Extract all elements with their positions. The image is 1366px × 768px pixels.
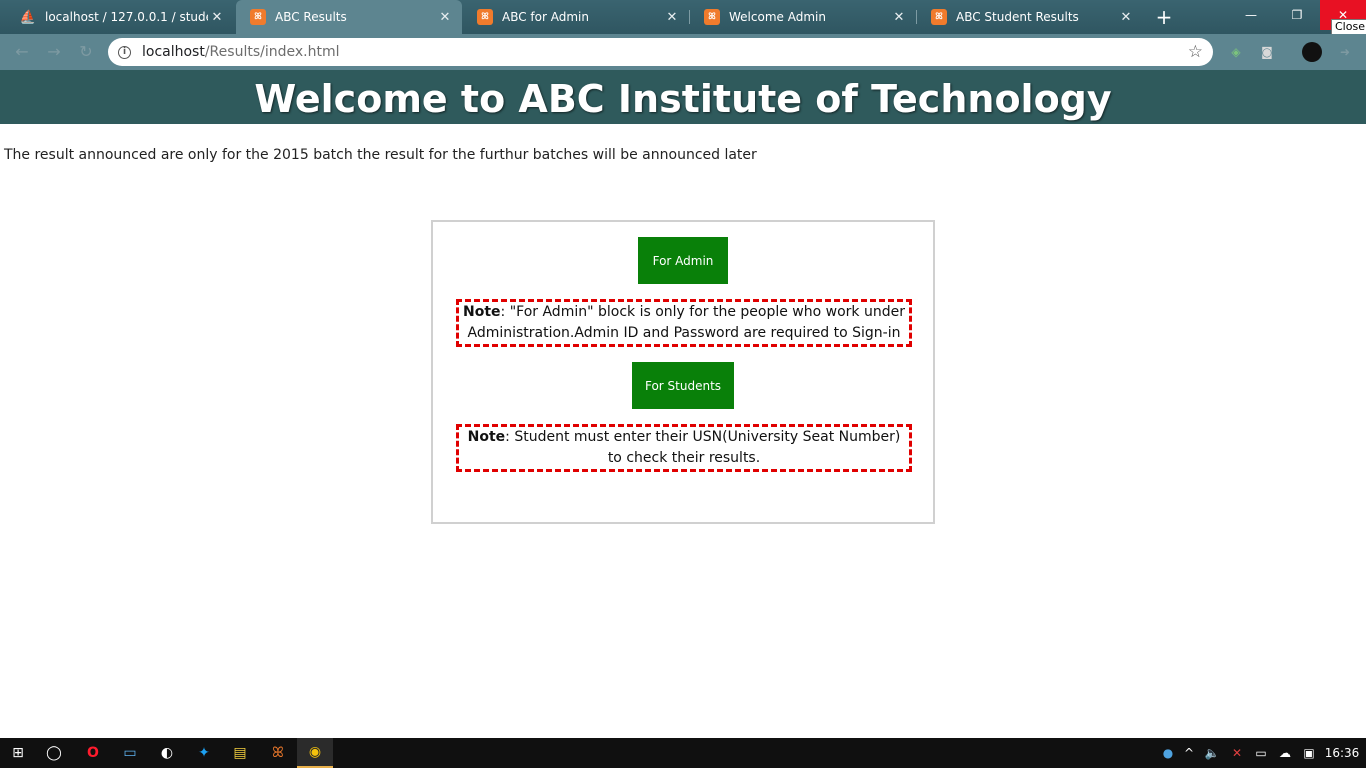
- this-pc-icon[interactable]: ▭: [112, 738, 148, 768]
- url-host: localhost: [142, 44, 205, 60]
- tab-title: Welcome Admin: [729, 10, 826, 24]
- chrome-icon[interactable]: ◉: [297, 738, 333, 768]
- note-label: Note: [463, 304, 501, 320]
- reload-icon[interactable]: ↻: [76, 42, 96, 62]
- close-icon[interactable]: ✕: [1117, 10, 1135, 25]
- xampp-taskbar-icon[interactable]: ꕤ: [260, 738, 296, 768]
- for-admin-button[interactable]: For Admin: [638, 237, 728, 284]
- admin-note: Note: "For Admin" block is only for the …: [456, 299, 912, 347]
- url-path: /Results/index.html: [204, 44, 340, 60]
- new-tab-button[interactable]: +: [1152, 5, 1176, 29]
- profile-avatar[interactable]: [1302, 42, 1322, 62]
- close-icon[interactable]: ✕: [208, 10, 226, 25]
- xampp-icon: ꕤ: [931, 9, 947, 25]
- phpmyadmin-icon: ⛵: [19, 9, 37, 25]
- opera-icon[interactable]: O: [75, 738, 111, 768]
- notepad-icon[interactable]: ▤: [222, 738, 258, 768]
- students-note-text: : Student must enter their USN(Universit…: [505, 429, 901, 466]
- tab-title: ABC Student Results: [956, 10, 1079, 24]
- chevron-up-icon[interactable]: ^: [1181, 738, 1197, 768]
- close-icon[interactable]: ✕: [436, 10, 454, 25]
- tab-abc-for-admin[interactable]: ꕤ ABC for Admin ✕: [463, 0, 689, 34]
- tab-abc-student-results[interactable]: ꕤ ABC Student Results ✕: [917, 0, 1143, 34]
- xampp-icon: ꕤ: [704, 9, 720, 25]
- tab-title: ABC Results: [275, 10, 347, 24]
- page-title: Welcome to ABC Institute of Technology: [0, 70, 1366, 124]
- address-bar[interactable]: i localhost/Results/index.html ☆: [108, 38, 1213, 66]
- for-students-button[interactable]: For Students: [632, 362, 734, 409]
- students-note: Note: Student must enter their USN(Unive…: [456, 424, 912, 472]
- close-tooltip: Close: [1331, 19, 1366, 35]
- forward-arrow-icon[interactable]: →: [44, 42, 64, 62]
- media-app-icon[interactable]: ◐: [149, 738, 185, 768]
- note-label: Note: [467, 429, 506, 445]
- bookmark-star-icon[interactable]: ☆: [1188, 42, 1203, 62]
- minimize-button[interactable]: —: [1228, 0, 1274, 30]
- help-icon[interactable]: ●: [1160, 738, 1176, 768]
- windows-start-icon[interactable]: ⊞: [0, 738, 36, 768]
- taskbar-clock[interactable]: 16:36: [1324, 738, 1360, 768]
- browser-tab-strip: ⛵ localhost / 127.0.0.1 / studentr ✕ ꕤ A…: [0, 0, 1366, 35]
- browser-toolbar: ← → ↻ i localhost/Results/index.html ☆ ◈…: [0, 34, 1366, 70]
- tab-abc-results[interactable]: ꕤ ABC Results ✕: [236, 0, 462, 34]
- login-options-panel: For Admin Note: "For Admin" block is onl…: [431, 220, 935, 524]
- restore-button[interactable]: ❐: [1274, 0, 1320, 30]
- camera-extension-icon[interactable]: ◙: [1258, 43, 1276, 61]
- tab-title: localhost / 127.0.0.1 / studentr: [45, 10, 208, 24]
- close-icon[interactable]: ✕: [890, 10, 908, 25]
- twitter-icon[interactable]: ✦: [186, 738, 222, 768]
- info-icon[interactable]: i: [118, 45, 131, 59]
- admin-note-text: : "For Admin" block is only for the peop…: [467, 304, 905, 341]
- volume-icon[interactable]: 🔈: [1203, 738, 1221, 768]
- xampp-icon: ꕤ: [477, 9, 493, 25]
- network-icon[interactable]: ✕: [1228, 738, 1246, 768]
- battery-icon[interactable]: ▭: [1252, 738, 1270, 768]
- extension-eye-icon[interactable]: ◈: [1227, 43, 1245, 61]
- menu-arrow-icon[interactable]: ➜: [1336, 43, 1354, 61]
- windows-taskbar: ⊞ ◯ O ▭ ◐ ✦ ▤ ꕤ ◉ ● ^ 🔈 ✕ ▭ ☁ ▣ 16:36: [0, 738, 1366, 768]
- search-circle-icon[interactable]: ◯: [36, 738, 72, 768]
- tab-phpmyadmin[interactable]: ⛵ localhost / 127.0.0.1 / studentr ✕: [6, 0, 234, 34]
- notification-icon[interactable]: ▣: [1300, 738, 1318, 768]
- tab-welcome-admin[interactable]: ꕤ Welcome Admin ✕: [690, 0, 916, 34]
- xampp-icon: ꕤ: [250, 9, 266, 25]
- back-arrow-icon[interactable]: ←: [12, 42, 32, 62]
- close-icon[interactable]: ✕: [663, 10, 681, 25]
- tab-title: ABC for Admin: [502, 10, 589, 24]
- announcement-text: The result announced are only for the 20…: [4, 147, 757, 163]
- url-text[interactable]: localhost/Results/index.html: [142, 44, 339, 60]
- cloud-icon[interactable]: ☁: [1276, 738, 1294, 768]
